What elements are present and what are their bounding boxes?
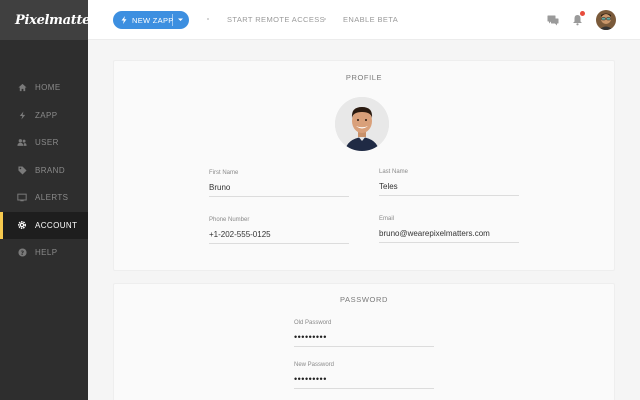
users-icon [16,137,28,149]
new-password-field: New Password ••••••••• [294,362,434,389]
email-input[interactable]: bruno@wearepixelmatters.com [379,229,519,243]
sidebar: Pixelmatters HOME ZAPP USER BRAND ALERTS… [0,0,104,400]
new-zapp-label: NEW ZAPP [132,15,174,25]
last-name-label: Last Name [379,169,409,175]
bolt-icon [16,109,28,121]
sidebar-item-zapp[interactable]: ZAPP [0,102,88,130]
phone-input[interactable]: +1-202-555-0125 [209,230,349,244]
chevron-down-icon[interactable] [176,15,185,24]
home-icon [16,82,28,94]
button-divider [172,14,173,26]
new-password-label: New Password [294,362,335,368]
profile-title: PROFILE [345,73,383,82]
enable-beta-link[interactable]: ENABLE BETA [343,15,398,24]
new-zapp-button[interactable]: NEW ZAPP [113,11,189,29]
separator-dot [207,18,209,20]
sidebar-item-label: ACCOUNT [35,220,78,230]
new-password-input[interactable]: ••••••••• [294,375,434,389]
old-password-label: Old Password [294,320,332,326]
last-name-field: Last Name Teles [379,169,519,196]
email-label: Email [379,216,395,222]
email-field: Email bruno@wearepixelmatters.com [379,216,519,243]
sidebar-item-alerts[interactable]: ALERTS [0,184,88,212]
phone-label: Phone Number [209,217,250,223]
old-password-field: Old Password ••••••••• [294,320,434,347]
user-avatar[interactable] [596,10,616,30]
bolt-icon [121,16,127,24]
sidebar-item-account[interactable]: ACCOUNT [0,211,88,239]
sidebar-item-label: HELP [35,248,58,258]
sidebar-item-home[interactable]: HOME [0,74,88,102]
top-bar: NEW ZAPP START REMOTE ACCESS ENABLE BETA [88,0,640,40]
tag-icon [16,164,28,176]
sidebar-item-brand[interactable]: BRAND [0,157,88,185]
chat-icon[interactable] [546,13,560,27]
first-name-label: First Name [209,170,239,176]
sidebar-item-label: BRAND [35,165,66,175]
logo-bar: Pixelmatters [0,0,104,40]
sidebar-nav: HOME ZAPP USER BRAND ALERTS ACCOUNT ? HE… [0,74,88,267]
phone-field: Phone Number +1-202-555-0125 [209,217,349,244]
notification-badge [580,11,585,16]
first-name-field: First Name Bruno [209,170,349,197]
svg-text:?: ? [20,250,24,257]
sidebar-item-help[interactable]: ? HELP [0,239,88,267]
password-title: PASSWORD [340,295,388,304]
start-remote-access-link[interactable]: START REMOTE ACCESS [227,15,325,24]
sidebar-item-label: ALERTS [35,193,69,203]
sidebar-item-label: ZAPP [35,110,58,120]
gear-icon [16,219,28,231]
monitor-icon [16,192,28,204]
profile-card: PROFILE First Name Bruno Last Name Teles… [113,60,615,271]
help-icon: ? [16,247,28,259]
last-name-input[interactable]: Teles [379,182,519,196]
separator-dot [324,18,326,20]
password-card: PASSWORD Old Password ••••••••• New Pass… [113,283,615,400]
sidebar-item-user[interactable]: USER [0,129,88,157]
profile-photo[interactable] [335,97,389,151]
first-name-input[interactable]: Bruno [209,183,349,197]
old-password-input[interactable]: ••••••••• [294,333,434,347]
sidebar-item-label: HOME [35,83,61,93]
sidebar-item-label: USER [35,138,59,148]
